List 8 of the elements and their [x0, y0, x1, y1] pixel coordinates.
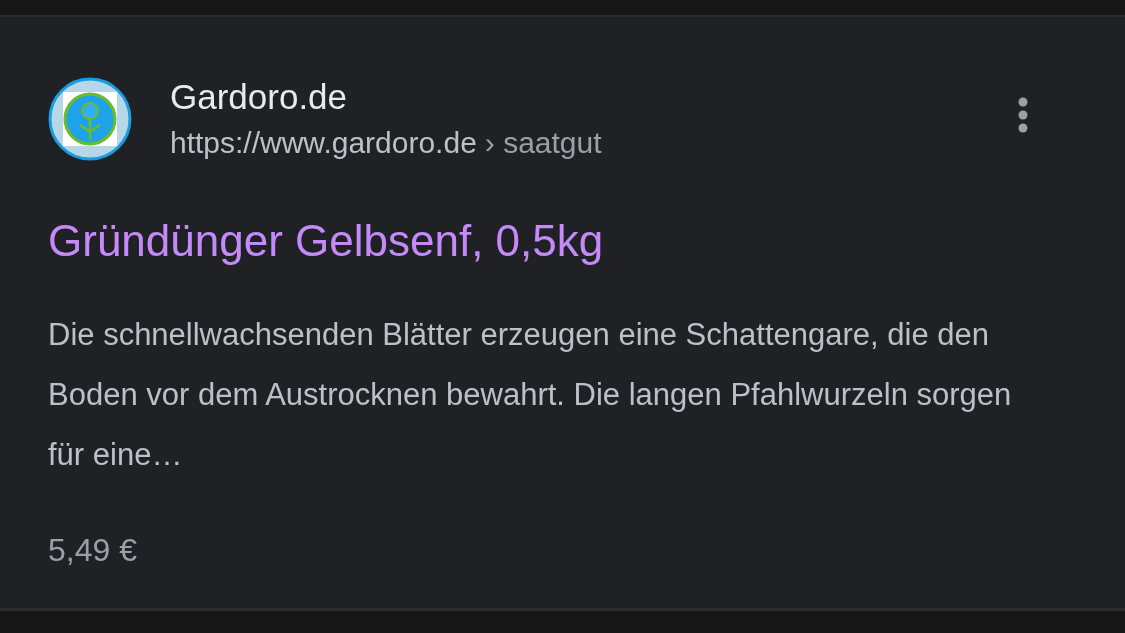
result-snippet: Die schnellwachsenden Blätter erzeugen eine Schattengare, die den Boden vor dem Austrocknen bewahrt. Die langen Pfahlwurzeln sorgen für eine… [48, 316, 1013, 474]
site-url: https://www.gardoro.de [170, 125, 477, 161]
breadcrumb: › saatgut [484, 125, 602, 161]
more-options-icon[interactable] [1017, 97, 1029, 133]
result-title-link[interactable]: Gründünger Gelbsenf, 0,5kg [48, 215, 604, 267]
site-name: Gardoro.de [170, 77, 349, 117]
price: 5,49 € [48, 531, 137, 570]
flower-logo-icon [48, 77, 132, 161]
